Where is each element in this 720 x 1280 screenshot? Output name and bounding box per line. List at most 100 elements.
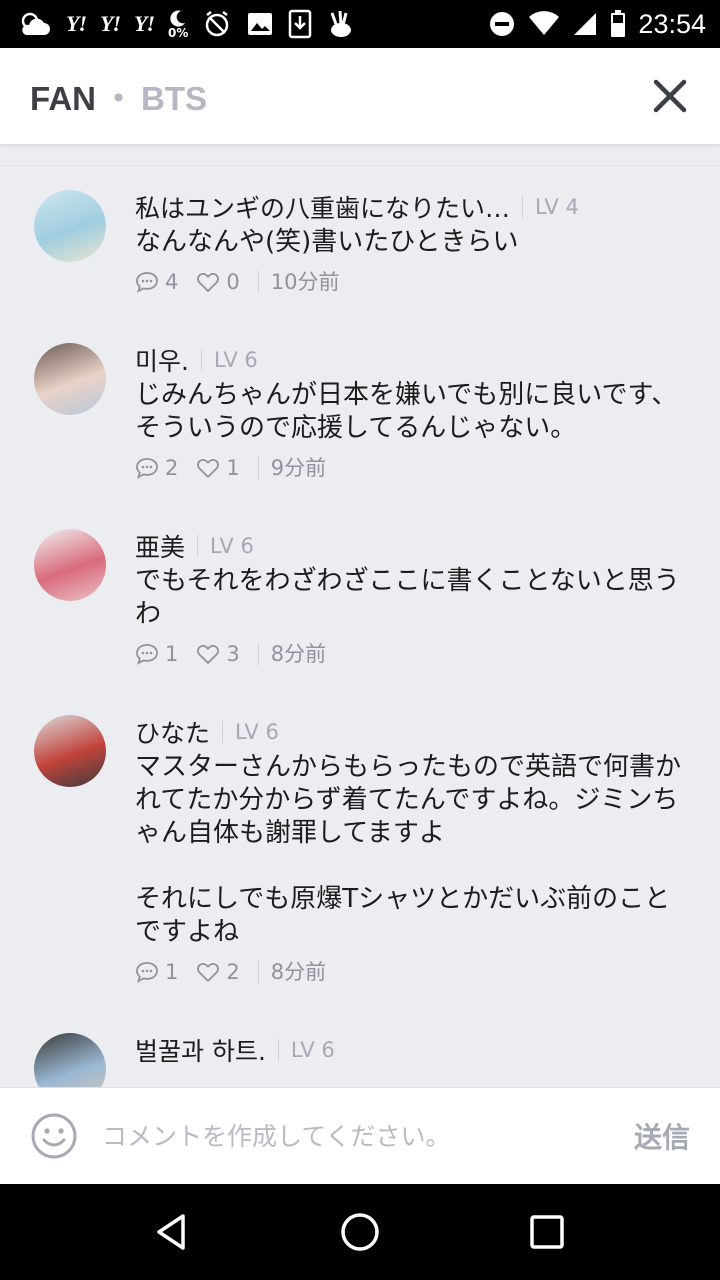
heart-outline-icon [197,962,220,982]
user-name[interactable]: 私はユンギの八重歯になりたい… [135,189,510,225]
reply-count-group[interactable]: 1 [135,960,178,984]
do-not-disturb-icon [490,12,515,36]
like-count-group[interactable]: 1 [196,456,240,480]
comment-header: 亜美 LV 6 [135,529,690,563]
comment-meta: 1 3 8分前 [135,639,690,669]
comment-time: 8分前 [257,643,326,665]
moon-icon: 0% [168,9,188,39]
comment-text: じみんちゃんが日本を嫌いでも別に良いです、そういうので応援してるんじゃない。 [135,380,678,443]
like-count: 1 [226,456,240,480]
status-bar: Y! Y! Y! 0% 23:54 [0,0,720,48]
comment-time: 9分前 [257,457,326,479]
user-level-badge: LV 6 [197,535,254,557]
comment-body: 私はユンギの八重歯になりたい… LV 4 なんなんや(笑)書いたひときらい 4 … [135,190,690,297]
alarm-off-icon [206,11,229,37]
send-button[interactable]: 送信 [634,1116,690,1156]
download-icon [289,9,312,39]
avatar[interactable] [34,1033,106,1087]
speech-bubble-icon [136,962,158,983]
reply-count: 1 [165,960,179,984]
yahoo-icon: Y! [134,11,155,36]
comment-body: 亜美 LV 6 でもそれをわざわざここに書くことないと思うわ 1 3 8分前 [135,529,690,669]
avatar[interactable] [34,190,106,262]
signal-icon [574,13,597,35]
vlive-icon [330,10,352,37]
user-name[interactable]: 미우. [135,342,189,378]
weather-icon [21,12,50,35]
speech-bubble-icon [136,458,158,479]
user-name[interactable]: ひなた [135,714,210,750]
like-count-group[interactable]: 3 [196,642,240,666]
status-bar-notifications: Y! Y! Y! 0% [18,9,488,39]
title-primary: FAN [30,80,96,117]
comment-text: なんなんや(笑)書いたひときらい [135,227,519,257]
title-separator: ・ [102,80,135,117]
reply-count-group[interactable]: 4 [135,270,178,294]
like-count-group[interactable]: 0 [196,270,240,294]
back-triangle-icon[interactable] [149,1208,197,1256]
system-navigation-bar [0,1184,720,1280]
heart-outline-icon [197,272,220,292]
battery-icon [611,10,626,37]
reply-count-group[interactable]: 1 [135,642,178,666]
avatar[interactable] [34,529,106,601]
comment-item[interactable]: ひなた LV 6 マスターさんからもらったもので英語で何書かれてたか分からず着て… [0,669,720,987]
comment-time: 8分前 [257,961,326,983]
comment-meta: 2 1 9分前 [135,453,690,483]
user-name[interactable]: 亜美 [135,528,185,564]
like-count: 0 [226,270,240,294]
yahoo-icon: Y! [100,11,121,36]
heart-outline-icon [197,458,220,478]
reply-count: 4 [165,270,179,294]
status-bar-system: 23:54 [488,9,706,40]
comment-body: ひなた LV 6 マスターさんからもらったもので英語で何書かれてたか分からず着て… [135,715,690,987]
app-header: FAN ・ BTS [0,48,720,144]
clock: 23:54 [638,8,706,39]
like-count-group[interactable]: 2 [196,960,240,984]
comment-meta: 4 0 10分前 [135,267,690,297]
close-icon[interactable] [650,76,690,116]
heart-outline-icon [197,644,220,664]
speech-bubble-icon [136,272,158,293]
image-icon [248,13,273,35]
comment-body: 벌꿀과 하트. LV 6 [135,1033,690,1087]
comment-item[interactable]: 私はユンギの八重歯になりたい… LV 4 なんなんや(笑)書いたひときらい 4 … [0,166,720,297]
reply-count: 2 [165,456,179,480]
user-level-badge: LV 6 [200,349,258,371]
comment-text: マスターさんからもらったもので英語で何書かれてたか分からず着てたんですよね。ジミ… [135,752,682,947]
comment-body: 미우. LV 6 じみんちゃんが日本を嫌いでも別に良いです、そういうので応援して… [135,343,690,483]
user-level-badge: LV 6 [222,721,279,743]
comment-list[interactable]: 私はユンギの八重歯になりたい… LV 4 なんなんや(笑)書いたひときらい 4 … [0,165,720,1087]
like-count: 2 [226,960,240,984]
comment-header: 미우. LV 6 [135,343,690,377]
title-secondary: BTS [141,80,207,117]
user-name[interactable]: 벌꿀과 하트. [135,1032,266,1068]
comment-text: でもそれをわざわざここに書くことないと思うわ [135,566,680,629]
wifi-icon [529,11,560,36]
comment-time: 10分前 [257,271,339,293]
smiley-icon[interactable] [30,1112,78,1160]
comment-header: 私はユンギの八重歯になりたい… LV 4 [135,190,690,224]
comment-item[interactable]: 亜美 LV 6 でもそれをわざわざここに書くことないと思うわ 1 3 8分前 [0,483,720,669]
speech-bubble-icon [136,644,158,665]
reply-count-group[interactable]: 2 [135,456,178,480]
user-level-badge: LV 6 [277,1039,335,1061]
like-count: 3 [226,642,240,666]
comment-input[interactable] [102,1121,634,1151]
recents-square-icon[interactable] [523,1208,571,1256]
comment-header: ひなた LV 6 [135,715,690,749]
comment-item[interactable]: 벌꿀과 하트. LV 6 [0,987,720,1087]
page-title: FAN ・ BTS [30,72,650,120]
avatar[interactable] [34,715,106,787]
home-circle-icon[interactable] [336,1208,384,1256]
user-level-badge: LV 4 [522,196,579,218]
reply-count: 1 [165,642,179,666]
comment-input-bar: 送信 [0,1087,720,1184]
avatar[interactable] [34,343,106,415]
screen: Y! Y! Y! 0% 23:54 FAN ・ BTS 私はユンギの八重歯になり… [0,0,720,1280]
comment-meta: 1 2 8分前 [135,957,690,987]
comment-item[interactable]: 미우. LV 6 じみんちゃんが日本を嫌いでも別に良いです、そういうので応援して… [0,297,720,483]
yahoo-icon: Y! [66,11,87,36]
moon-percent: 0% [168,26,189,40]
comment-header: 벌꿀과 하트. LV 6 [135,1033,690,1067]
